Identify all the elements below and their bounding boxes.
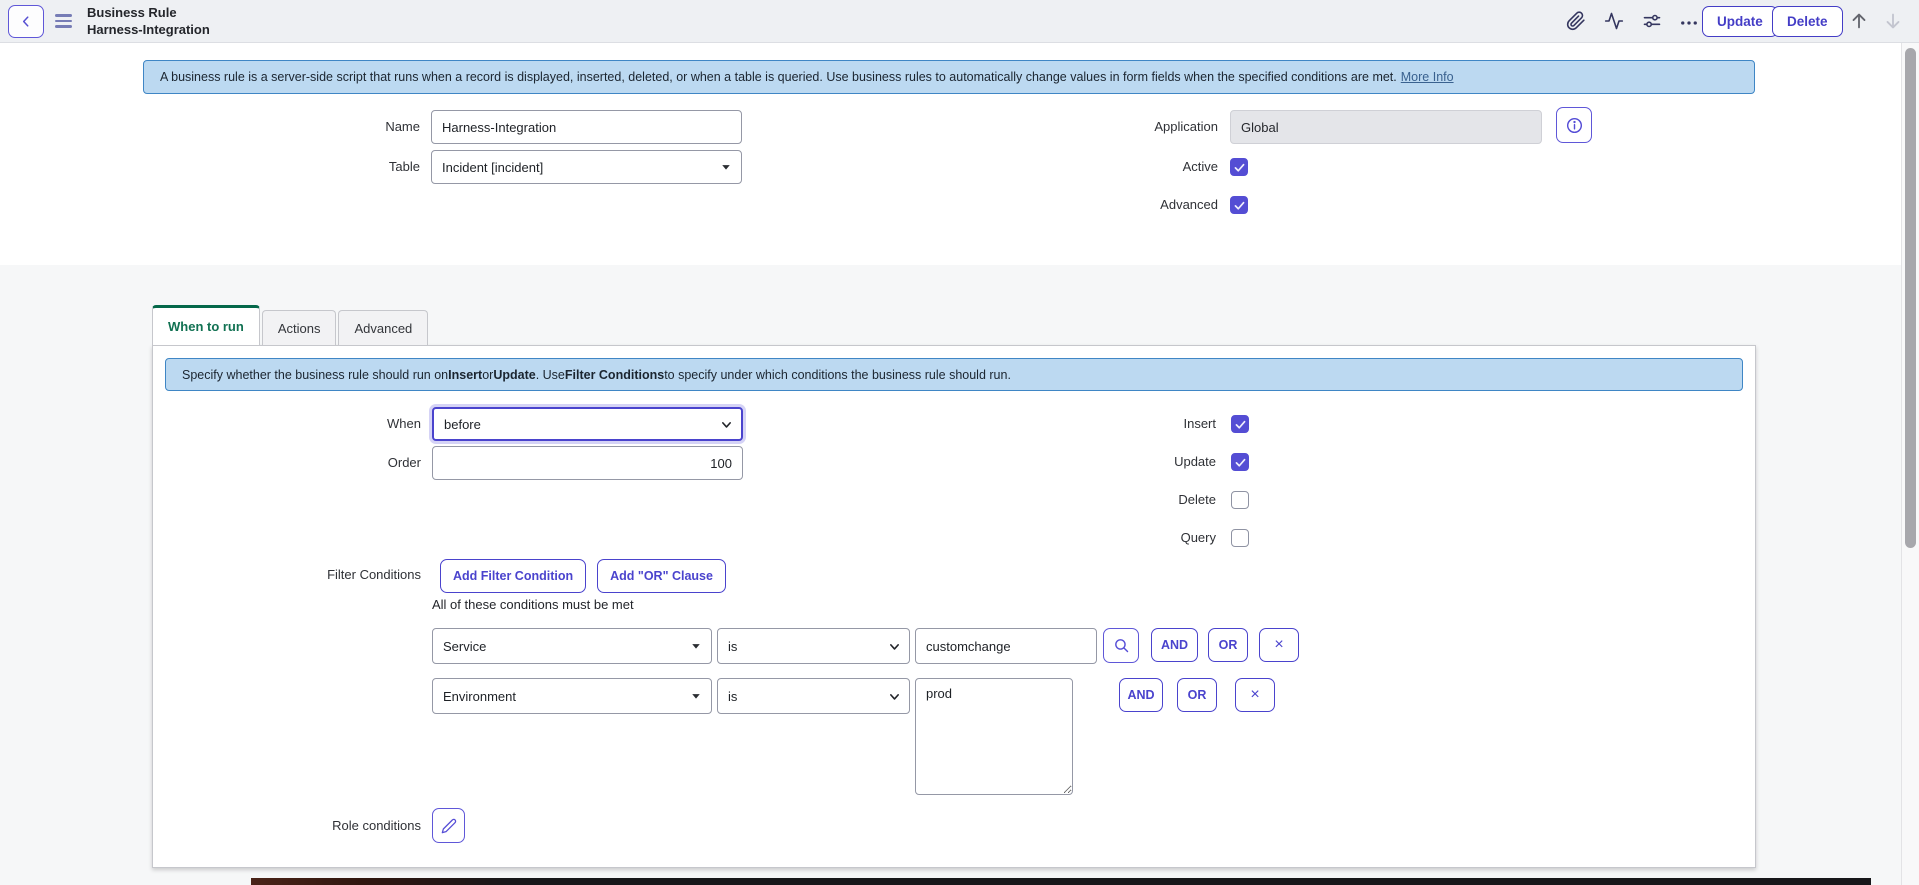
when-banner-bold-insert: Insert xyxy=(448,368,482,382)
role-conditions-edit-button[interactable] xyxy=(432,808,465,843)
when-banner-bold-filter: Filter Conditions xyxy=(565,368,664,382)
name-input[interactable] xyxy=(431,110,742,144)
scrollbar-thumb[interactable] xyxy=(1905,48,1916,548)
app-root: Business Rule Harness-Integration Update… xyxy=(0,0,1919,885)
condition-1-field-value: Service xyxy=(443,639,486,654)
condition-2-and-button[interactable]: AND xyxy=(1119,678,1163,712)
when-label: When xyxy=(153,407,421,441)
when-banner: Specify whether the business rule should… xyxy=(165,358,1743,391)
when-select[interactable]: before xyxy=(432,407,743,441)
tab-actions[interactable]: Actions xyxy=(262,310,337,345)
delete-label: Delete xyxy=(948,491,1216,509)
caret-down-icon xyxy=(690,640,702,652)
delete-checkbox[interactable] xyxy=(1231,491,1249,509)
info-banner: A business rule is a server-side script … xyxy=(143,60,1755,94)
condition-2-or-button[interactable]: OR xyxy=(1177,678,1217,712)
caret-down-icon xyxy=(690,690,702,702)
update-label: Update xyxy=(948,453,1216,471)
header-bar: Business Rule Harness-Integration Update… xyxy=(0,0,1919,43)
condition-2-remove-button[interactable]: × xyxy=(1235,678,1275,712)
condition-1-field-select[interactable]: Service xyxy=(432,628,712,664)
name-label: Name xyxy=(150,110,420,144)
condition-row-2: Environment is prod AND OR × xyxy=(432,678,1275,795)
search-icon xyxy=(1113,637,1130,654)
condition-1-value-input[interactable] xyxy=(915,628,1097,664)
match-all-text: All of these conditions must be met xyxy=(432,597,634,612)
when-select-value: before xyxy=(444,417,481,432)
active-checkbox[interactable] xyxy=(1230,158,1248,176)
query-label: Query xyxy=(948,529,1216,547)
application-info-button[interactable] xyxy=(1556,107,1592,143)
advanced-label: Advanced xyxy=(948,196,1218,214)
filter-conditions-label: Filter Conditions xyxy=(153,559,421,591)
insert-label: Insert xyxy=(948,415,1216,433)
when-banner-bold-update: Update xyxy=(493,368,535,382)
condition-1-operator-value: is xyxy=(728,639,737,654)
page-title: Business Rule Harness-Integration xyxy=(87,5,210,38)
tab-when-to-run[interactable]: When to run xyxy=(152,305,260,345)
caret-down-icon xyxy=(720,161,732,173)
condition-1-and-button[interactable]: AND xyxy=(1151,628,1198,662)
table-label: Table xyxy=(150,150,420,184)
tab-bar: When to run Actions Advanced xyxy=(152,308,430,345)
condition-2-field-select[interactable]: Environment xyxy=(432,678,712,714)
delete-button[interactable]: Delete xyxy=(1772,6,1843,37)
query-checkbox[interactable] xyxy=(1231,529,1249,547)
back-button[interactable] xyxy=(8,5,44,38)
next-record-arrow-icon[interactable] xyxy=(1882,10,1904,32)
add-or-clause-button[interactable]: Add "OR" Clause xyxy=(597,559,726,593)
filter-buttons: Add Filter Condition Add "OR" Clause xyxy=(440,559,726,593)
active-label: Active xyxy=(948,158,1218,176)
table-select-value: Incident [incident] xyxy=(442,160,543,175)
condition-1-operator-select[interactable]: is xyxy=(717,628,910,664)
application-label: Application xyxy=(948,110,1218,144)
background-window-edge xyxy=(251,878,1871,885)
pencil-icon xyxy=(441,818,457,834)
role-conditions-label: Role conditions xyxy=(153,808,421,843)
application-input xyxy=(1230,110,1542,144)
more-info-link[interactable]: More Info xyxy=(1401,70,1454,84)
record-type-title: Business Rule xyxy=(87,5,210,22)
condition-2-value-textarea[interactable]: prod xyxy=(915,678,1073,795)
condition-1-lookup-button[interactable] xyxy=(1103,628,1139,663)
chevron-down-icon xyxy=(888,640,900,652)
scrollbar-track[interactable] xyxy=(1901,43,1919,885)
more-options-icon[interactable] xyxy=(1679,13,1700,34)
info-banner-text: A business rule is a server-side script … xyxy=(160,70,1397,84)
when-banner-text: Specify whether the business rule should… xyxy=(182,368,448,382)
form-menu-icon[interactable] xyxy=(55,14,72,28)
personalize-form-icon[interactable] xyxy=(1642,11,1663,32)
table-select[interactable]: Incident [incident] xyxy=(431,150,742,184)
when-to-run-panel: Specify whether the business rule should… xyxy=(152,345,1756,868)
info-icon xyxy=(1565,116,1584,135)
order-input[interactable] xyxy=(432,446,743,480)
condition-2-field-value: Environment xyxy=(443,689,516,704)
previous-record-arrow-icon[interactable] xyxy=(1848,10,1870,32)
chevron-left-icon xyxy=(19,14,34,29)
attachment-icon[interactable] xyxy=(1566,11,1587,32)
condition-1-or-button[interactable]: OR xyxy=(1208,628,1248,662)
activity-stream-icon[interactable] xyxy=(1604,11,1625,32)
record-name-title: Harness-Integration xyxy=(87,22,210,39)
condition-1-remove-button[interactable]: × xyxy=(1259,628,1299,662)
chevron-down-icon xyxy=(720,418,732,430)
condition-row-1: Service is AND OR × xyxy=(432,628,1299,664)
condition-2-operator-select[interactable]: is xyxy=(717,678,910,714)
add-filter-condition-button[interactable]: Add Filter Condition xyxy=(440,559,586,593)
insert-checkbox[interactable] xyxy=(1231,415,1249,433)
update-checkbox[interactable] xyxy=(1231,453,1249,471)
condition-2-operator-value: is xyxy=(728,689,737,704)
order-label: Order xyxy=(153,446,421,480)
chevron-down-icon xyxy=(888,690,900,702)
update-button[interactable]: Update xyxy=(1702,6,1778,37)
tab-advanced[interactable]: Advanced xyxy=(338,310,428,345)
advanced-checkbox[interactable] xyxy=(1230,196,1248,214)
